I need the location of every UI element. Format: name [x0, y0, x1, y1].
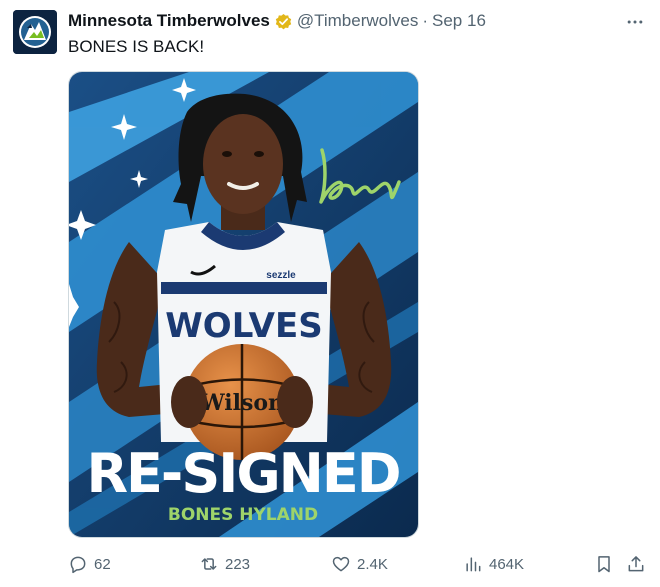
reply-count: 62 — [94, 555, 111, 573]
bookmark-icon — [598, 556, 610, 573]
more-options-button[interactable] — [624, 12, 646, 32]
views-chart-icon — [466, 557, 481, 572]
tweet-card: Minnesota Timberwolves @Timberwolves · S… — [0, 0, 660, 587]
bookmark-button[interactable] — [594, 552, 614, 576]
heart-icon — [332, 556, 350, 572]
reply-icon — [70, 556, 86, 574]
headline-text: RE-SIGNED — [86, 442, 399, 505]
more-horizontal-icon — [627, 20, 643, 24]
tweet-action-bar: 62 223 2.4K 464K — [68, 552, 653, 576]
like-count: 2.4K — [357, 555, 388, 573]
player-name-text: BONES HYLAND — [168, 505, 318, 525]
display-name[interactable]: Minnesota Timberwolves — [68, 11, 270, 31]
like-button[interactable]: 2.4K — [331, 552, 388, 576]
retweet-count: 223 — [225, 555, 251, 573]
verified-badge-icon — [274, 12, 293, 31]
share-button[interactable] — [626, 552, 646, 576]
retweet-button[interactable]: 223 — [199, 552, 250, 576]
views-count: 464K — [489, 555, 525, 573]
ball-brand: Wilson — [199, 390, 284, 416]
tweet-media-image[interactable]: WOLVES sezzle Wilson RE-SIGNED BONES HYL… — [68, 71, 419, 538]
jersey-sponsor: sezzle — [266, 270, 296, 281]
tweet-header: Minnesota Timberwolves @Timberwolves · S… — [68, 10, 486, 32]
author-handle[interactable]: @Timberwolves — [297, 11, 418, 31]
separator-dot: · — [422, 11, 429, 30]
jersey-wordmark: WOLVES — [165, 306, 322, 346]
reply-button[interactable]: 62 — [68, 552, 111, 576]
retweet-icon — [201, 558, 217, 570]
avatar[interactable] — [13, 10, 57, 54]
tweet-timestamp[interactable]: Sep 16 — [432, 11, 486, 31]
timberwolves-logo-icon — [13, 10, 57, 54]
views-button[interactable]: 464K — [463, 552, 524, 576]
share-icon — [628, 556, 644, 572]
player-graphic: WOLVES sezzle Wilson RE-SIGNED BONES HYL… — [69, 72, 418, 537]
tweet-text: BONES IS BACK! — [68, 37, 205, 56]
